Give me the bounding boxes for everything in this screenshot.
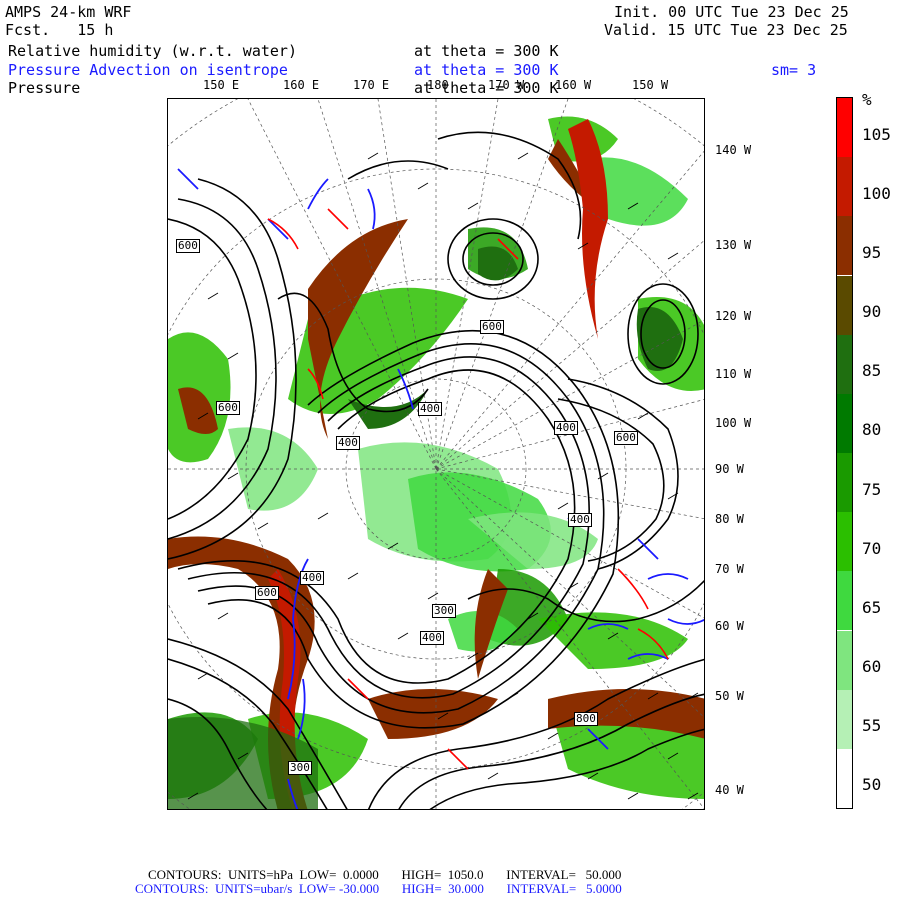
colorbar-segment: [837, 748, 852, 808]
footer-advection-contours: CONTOURS: UNITS=ubar/s LOW= -30.000 HIGH…: [135, 881, 622, 896]
field-padv-smoothing: sm= 3: [771, 61, 817, 79]
lon-label-90w: 90 W: [715, 462, 744, 476]
colorbar-tick-label: 80: [862, 420, 882, 440]
colorbar-segment: [837, 334, 852, 394]
colorbar-segment: [837, 216, 852, 276]
lon-label-140w: 140 W: [715, 143, 752, 157]
lon-label-170w: 170 W: [488, 78, 525, 92]
colorbar-segment: [837, 453, 852, 513]
colorbar-segment: [837, 630, 852, 690]
field-padv-name: Pressure Advection on isentrope: [8, 61, 288, 79]
lon-label-80w: 80 W: [715, 512, 744, 526]
lon-label-120w: 120 W: [715, 309, 752, 323]
colorbar-tick-label: 100: [862, 183, 891, 203]
forecast-hour: Fcst. 15 h: [5, 21, 114, 39]
contour-label: 400: [420, 631, 444, 645]
lon-label-110w: 110 W: [715, 367, 752, 381]
lon-label-180: 180: [427, 78, 449, 92]
lon-label-100w: 100 W: [715, 416, 752, 430]
field-rh-name: Relative humidity (w.r.t. water): [8, 42, 297, 60]
contour-label: 400: [554, 421, 578, 435]
colorbar-unit: %: [862, 90, 872, 109]
contour-label: 600: [216, 401, 240, 415]
lon-label-150e: 150 E: [203, 78, 240, 92]
colorbar-tick-label: 105: [862, 124, 891, 144]
colorbar-tick-label: 55: [862, 716, 882, 736]
contour-label: 300: [432, 604, 456, 618]
colorbar-segment: [837, 512, 852, 572]
lon-label-150w: 150 W: [632, 78, 669, 92]
contour-label: 800: [574, 712, 598, 726]
colorbar-segment: [837, 157, 852, 217]
contour-label: 400: [336, 436, 360, 450]
colorbar-segment: [837, 571, 852, 631]
contour-label: 600: [614, 431, 638, 445]
colorbar-tick-label: 65: [862, 597, 882, 617]
map-graphics: [168, 99, 704, 809]
lon-label-50w: 50 W: [715, 689, 744, 703]
lon-label-60w: 60 W: [715, 619, 744, 633]
valid-time: Valid. 15 UTC Tue 23 Dec 25: [604, 21, 848, 39]
field-padv-level: at theta = 300 K: [414, 61, 559, 79]
colorbar: [836, 97, 853, 809]
lon-label-40w: 40 W: [715, 783, 744, 797]
model-title: AMPS 24-km WRF: [5, 3, 132, 21]
colorbar-segment: [837, 98, 852, 158]
colorbar-tick-label: 50: [862, 775, 882, 795]
colorbar-segment: [837, 275, 852, 335]
init-time: Init. 00 UTC Tue 23 Dec 25: [614, 3, 849, 21]
colorbar-segment: [837, 689, 852, 749]
colorbar-tick-label: 70: [862, 538, 882, 558]
contour-label: 400: [300, 571, 324, 585]
lon-label-160w: 160 W: [555, 78, 592, 92]
contour-label: 600: [176, 239, 200, 253]
colorbar-tick-label: 85: [862, 361, 882, 381]
map-panel: 600 600 600 400 400 400 400 300 400 400 …: [167, 98, 705, 810]
field-rh-level: at theta = 300 K: [414, 42, 559, 60]
field-pressure-name: Pressure: [8, 79, 81, 97]
colorbar-tick-label: 60: [862, 657, 882, 677]
contour-label: 600: [480, 320, 504, 334]
lon-label-70w: 70 W: [715, 562, 744, 576]
colorbar-segment: [837, 393, 852, 453]
lon-label-170e: 170 E: [353, 78, 390, 92]
lon-label-160e: 160 E: [283, 78, 320, 92]
contour-label: 600: [255, 586, 279, 600]
contour-label: 400: [568, 513, 592, 527]
lon-label-130w: 130 W: [715, 238, 752, 252]
colorbar-tick-label: 90: [862, 302, 882, 322]
contour-label: 300: [288, 761, 312, 775]
colorbar-tick-label: 95: [862, 242, 882, 262]
contour-label: 400: [418, 402, 442, 416]
colorbar-tick-label: 75: [862, 479, 882, 499]
